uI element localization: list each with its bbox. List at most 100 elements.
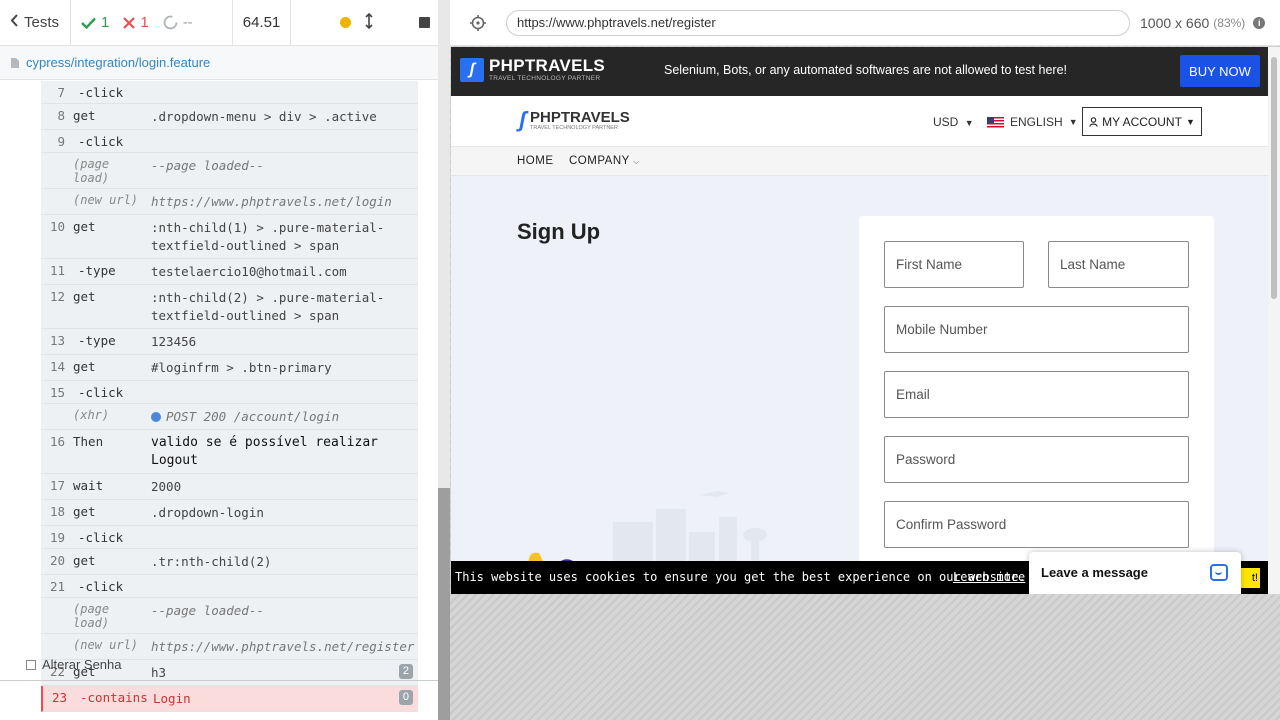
- element-count-badge: 2: [398, 664, 413, 679]
- command-row[interactable]: 7 -click: [41, 81, 418, 104]
- site-header: ʃ PHPTRAVELS TRAVEL TECHNOLOGY PARTNER U…: [451, 96, 1269, 146]
- command-row[interactable]: 9 -click: [41, 130, 418, 153]
- command-row[interactable]: 15 -click: [41, 381, 418, 404]
- command-name: Then: [73, 434, 104, 449]
- command-name: get: [73, 108, 96, 123]
- scrollbar-thumb[interactable]: [438, 488, 450, 720]
- passed-count: 1: [101, 14, 110, 31]
- my-account-dropdown[interactable]: MY ACCOUNT ▼: [1082, 107, 1202, 136]
- command-number: 11: [49, 263, 65, 278]
- x-icon: [123, 16, 136, 29]
- command-number: 9: [57, 134, 65, 149]
- command-message: Login: [153, 691, 191, 706]
- command-row[interactable]: 10 get:nth-child(1) > .pure-material-text…: [41, 215, 418, 259]
- test-stats: 1 1 --: [71, 0, 233, 46]
- currency-label: USD: [933, 115, 959, 129]
- cookie-learn-more-link[interactable]: Learn more: [953, 570, 1025, 584]
- command-log: 7 -click 8 get .dropdown-menu > div > .activ…: [41, 81, 418, 712]
- spec-path-link[interactable]: cypress/integration/login.feature: [26, 55, 210, 70]
- caret-down-icon: ▼: [964, 118, 974, 128]
- command-row[interactable]: (page load) --page loaded--: [41, 153, 418, 189]
- email-input[interactable]: Email: [884, 371, 1189, 418]
- nav-company-label: COMPANY: [569, 155, 630, 167]
- nav-home-link[interactable]: HOME: [517, 155, 554, 167]
- command-row[interactable]: 11 -type testelaercio10@hotmail.com: [41, 259, 418, 285]
- command-row[interactable]: 12 get:nth-child(2) > .pure-material-text…: [41, 285, 418, 329]
- command-row[interactable]: (xhr) POST 200 /account/login: [41, 404, 418, 430]
- buy-now-button[interactable]: BUY NOW: [1180, 55, 1260, 87]
- auto-scroll-toggle[interactable]: [365, 12, 373, 33]
- command-name: (new url): [73, 193, 139, 207]
- panel-scrollbar[interactable]: [438, 0, 450, 720]
- mobile-number-input[interactable]: Mobile Number: [884, 306, 1189, 353]
- passed-stat: 1: [81, 14, 109, 31]
- site-logo[interactable]: ʃ PHPTRAVELS TRAVEL TECHNOLOGY PARTNER: [460, 57, 605, 82]
- language-dropdown[interactable]: ENGLISH ▼: [987, 115, 1078, 129]
- currency-dropdown[interactable]: USD ▼: [933, 115, 974, 129]
- reporter-panel: Tests 1 1 -- 64.51 cypress/integration/l…: [0, 0, 440, 720]
- command-row[interactable]: 19 -click: [41, 526, 418, 549]
- command-row[interactable]: (new url) https://www.phptravels.net/logi…: [41, 189, 418, 215]
- chat-widget[interactable]: Leave a message: [1029, 552, 1241, 594]
- language-label: ENGLISH: [1010, 115, 1063, 129]
- info-icon[interactable]: i: [1253, 16, 1266, 29]
- command-number: 20: [49, 553, 65, 568]
- command-name: get: [73, 504, 96, 519]
- command-row[interactable]: 13 -type 123456: [41, 329, 418, 355]
- header-logo[interactable]: ʃ PHPTRAVELS TRAVEL TECHNOLOGY PARTNER: [519, 107, 630, 133]
- command-number: 18: [49, 504, 65, 519]
- command-row[interactable]: 21 -click: [41, 575, 418, 598]
- command-row[interactable]: 23 -contains Login 0: [41, 686, 418, 712]
- divider: [0, 680, 439, 681]
- failed-count: 1: [140, 14, 149, 31]
- command-row[interactable]: 18 get .dropdown-login: [41, 500, 418, 526]
- aut-scrollbar-thumb[interactable]: [1271, 57, 1277, 299]
- aut-panel: https://www.phptravels.net/register 1000…: [450, 0, 1280, 720]
- reporter-header: Tests 1 1 -- 64.51: [0, 0, 439, 46]
- logo-text: PHPTRAVELS: [489, 56, 606, 75]
- command-message: .dropdown-login: [151, 505, 264, 520]
- confirm-password-input[interactable]: Confirm Password: [884, 501, 1189, 548]
- nav-company-dropdown[interactable]: COMPANY ⌵: [569, 155, 640, 167]
- password-input[interactable]: Password: [884, 436, 1189, 483]
- header-logo-text: PHPTRAVELS: [530, 108, 630, 126]
- command-row[interactable]: (page load) --page loaded--: [41, 598, 418, 634]
- command-number: 15: [49, 385, 65, 400]
- last-name-input[interactable]: Last Name: [1048, 241, 1189, 288]
- command-row[interactable]: 16 Then valido se é possível realizar Logo…: [41, 430, 418, 474]
- viewport-scale: (83%): [1213, 15, 1246, 30]
- command-number: 7: [57, 85, 65, 100]
- logo-mark-icon: ʃ: [460, 57, 484, 82]
- element-count-badge: 0: [398, 690, 413, 705]
- command-row[interactable]: 8 get .dropdown-menu > div > .active: [41, 104, 418, 130]
- test-item-alterar-senha[interactable]: Alterar Senha: [26, 657, 122, 672]
- command-row[interactable]: 20 get .tr:nth-child(2): [41, 549, 418, 575]
- pending-circle-icon: [163, 15, 178, 30]
- command-name: get: [73, 289, 96, 304]
- command-number: 8: [57, 108, 65, 123]
- user-icon: [1089, 116, 1098, 127]
- stop-icon[interactable]: [419, 17, 430, 28]
- tests-back-button[interactable]: Tests: [0, 0, 71, 46]
- header-logo-subtext: TRAVEL TECHNOLOGY PARTNER: [530, 124, 618, 131]
- caret-down-icon: ▼: [1185, 116, 1195, 127]
- command-number: 23: [51, 690, 67, 705]
- cookie-message: This website uses cookies to ensure you …: [455, 570, 1026, 584]
- logo-subtext: TRAVEL TECHNOLOGY PARTNER: [489, 75, 601, 82]
- first-name-input[interactable]: First Name: [884, 241, 1024, 288]
- selector-playground-button[interactable]: [450, 14, 506, 31]
- runner-controls: [291, 0, 439, 46]
- command-row[interactable]: 17 wait 2000: [41, 474, 418, 500]
- running-indicator-icon: [340, 17, 351, 28]
- command-number: 10: [49, 219, 65, 234]
- aut-scrollbar[interactable]: [1268, 47, 1280, 594]
- pending-stat: --: [163, 14, 193, 31]
- my-account-label: MY ACCOUNT: [1102, 114, 1182, 129]
- url-bar[interactable]: https://www.phptravels.net/register: [506, 9, 1130, 36]
- command-message: .dropdown-menu > div > .active: [151, 109, 377, 124]
- logo-mark-icon: ʃ: [519, 107, 527, 132]
- command-row[interactable]: 14 get #loginfrm > .btn-primary: [41, 355, 418, 381]
- command-name: -type: [78, 333, 116, 348]
- site-nav: HOME COMPANY ⌵: [451, 146, 1269, 176]
- test-title: Alterar Senha: [42, 657, 122, 672]
